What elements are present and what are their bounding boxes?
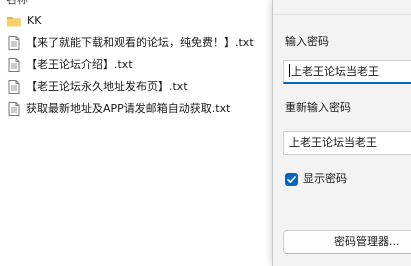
screen: 名称 KK (0, 0, 411, 266)
dialog-divider (273, 14, 411, 15)
file-list-item-label: 【老王论坛介绍】.txt (26, 58, 133, 71)
checkmark-icon (287, 175, 296, 183)
password-dialog: 输入密码 上老王论坛当老王 重新输入密码 上老王论坛当老王 显示密码 密码管理器… (272, 0, 411, 266)
file-list-item-label: 【来了就能下载和观看的论坛，纯免费！】.txt (26, 36, 254, 49)
text-file-icon (6, 35, 22, 51)
password-input-value: 上老王论坛当老王 (291, 65, 379, 78)
file-list: KK 【来了就能下载和观看的论坛，纯免费！】.txt 【老王论坛介绍】.txt … (0, 10, 272, 120)
confirm-password-input-value: 上老王论坛当老王 (289, 136, 377, 149)
password-label: 输入密码 (285, 35, 329, 48)
confirm-password-label: 重新输入密码 (285, 101, 351, 114)
file-list-item-label: 获取最新地址及APP请发邮箱自动获取.txt (26, 102, 231, 115)
text-file-icon (6, 57, 22, 73)
file-list-item-txt[interactable]: 【老王论坛介绍】.txt (0, 54, 272, 76)
show-password-label: 显示密码 (303, 172, 347, 185)
file-list-item-txt[interactable]: 【来了就能下载和观看的论坛，纯免费！】.txt (0, 32, 272, 54)
file-list-item-folder-kk[interactable]: KK (0, 10, 272, 32)
file-list-item-txt[interactable]: 【老王论坛永久地址发布页】.txt (0, 76, 272, 98)
text-caret (289, 64, 290, 77)
password-manager-button[interactable]: 密码管理器... (283, 230, 411, 254)
folder-icon (6, 13, 22, 29)
name-column-header[interactable]: 名称 (6, 0, 28, 7)
text-file-icon (6, 79, 22, 95)
confirm-password-input[interactable]: 上老王论坛当老王 (283, 131, 411, 155)
file-list-item-txt[interactable]: 获取最新地址及APP请发邮箱自动获取.txt (0, 98, 272, 120)
file-list-item-label: KK (27, 14, 42, 27)
file-list-pane: 名称 KK (0, 0, 272, 266)
show-password-checkbox[interactable] (285, 172, 298, 186)
text-file-icon (6, 101, 22, 117)
show-password-option[interactable]: 显示密码 (285, 172, 347, 186)
file-list-item-label: 【老王论坛永久地址发布页】.txt (26, 80, 188, 93)
password-input[interactable]: 上老王论坛当老王 (283, 60, 411, 84)
